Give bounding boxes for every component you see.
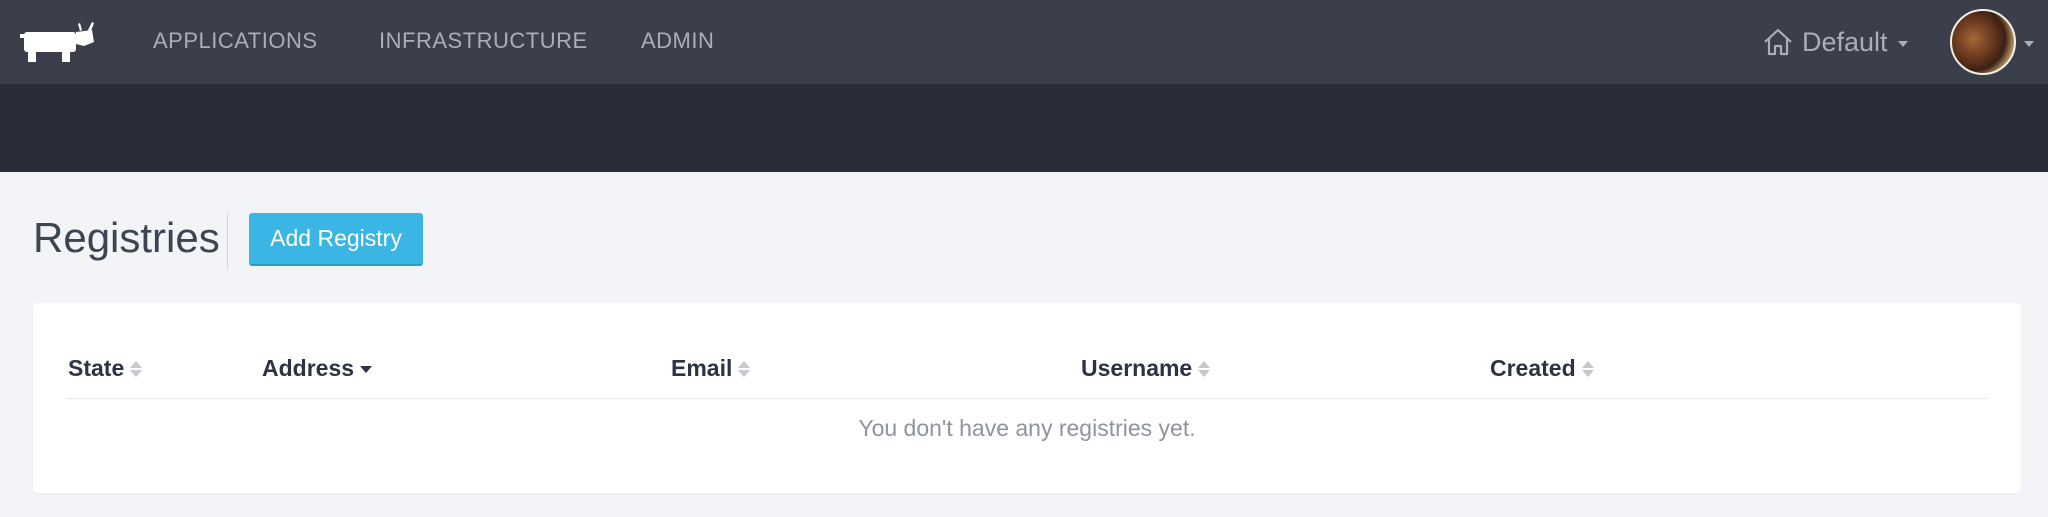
table-header-divider <box>66 398 1987 399</box>
home-icon <box>1764 28 1792 56</box>
empty-state-message: You don't have any registries yet. <box>858 415 1196 441</box>
column-header-label: Email <box>671 354 733 381</box>
registries-table-card: State Address Email Username Created You… <box>33 303 2021 493</box>
environment-switcher[interactable]: Default <box>1762 0 1908 84</box>
avatar <box>1950 9 2016 75</box>
add-registry-button[interactable]: Add Registry <box>249 213 423 266</box>
chevron-down-icon <box>1897 41 1908 47</box>
sort-icon <box>1581 360 1594 377</box>
column-header-label: Address <box>262 354 355 381</box>
page-title: Registries <box>33 214 220 261</box>
title-divider <box>227 213 228 269</box>
environment-name: Default <box>1802 26 1888 57</box>
column-header-created[interactable]: Created <box>1490 353 1594 383</box>
column-header-state[interactable]: State <box>68 353 143 383</box>
sort-descending-icon <box>360 364 373 373</box>
column-header-label: State <box>68 354 125 381</box>
column-header-email[interactable]: Email <box>671 353 751 383</box>
column-header-label: Created <box>1490 354 1576 381</box>
column-header-address[interactable]: Address <box>262 353 373 383</box>
sort-icon <box>738 360 751 377</box>
column-header-username[interactable]: Username <box>1081 353 1211 383</box>
top-navigation-bar: APPLICATIONS INFRASTRUCTURE ADMIN Defaul… <box>0 0 2048 84</box>
nav-item-infrastructure[interactable]: INFRASTRUCTURE <box>379 0 588 84</box>
sort-icon <box>1198 360 1211 377</box>
nav-item-admin[interactable]: ADMIN <box>641 0 714 84</box>
chevron-down-icon <box>2024 41 2034 47</box>
sort-icon <box>130 360 143 377</box>
rancher-logo-icon[interactable] <box>18 20 98 64</box>
user-menu[interactable] <box>1950 4 2034 80</box>
sub-navigation-bar <box>0 84 2048 172</box>
nav-item-applications[interactable]: APPLICATIONS <box>153 0 318 84</box>
column-header-label: Username <box>1081 354 1193 381</box>
